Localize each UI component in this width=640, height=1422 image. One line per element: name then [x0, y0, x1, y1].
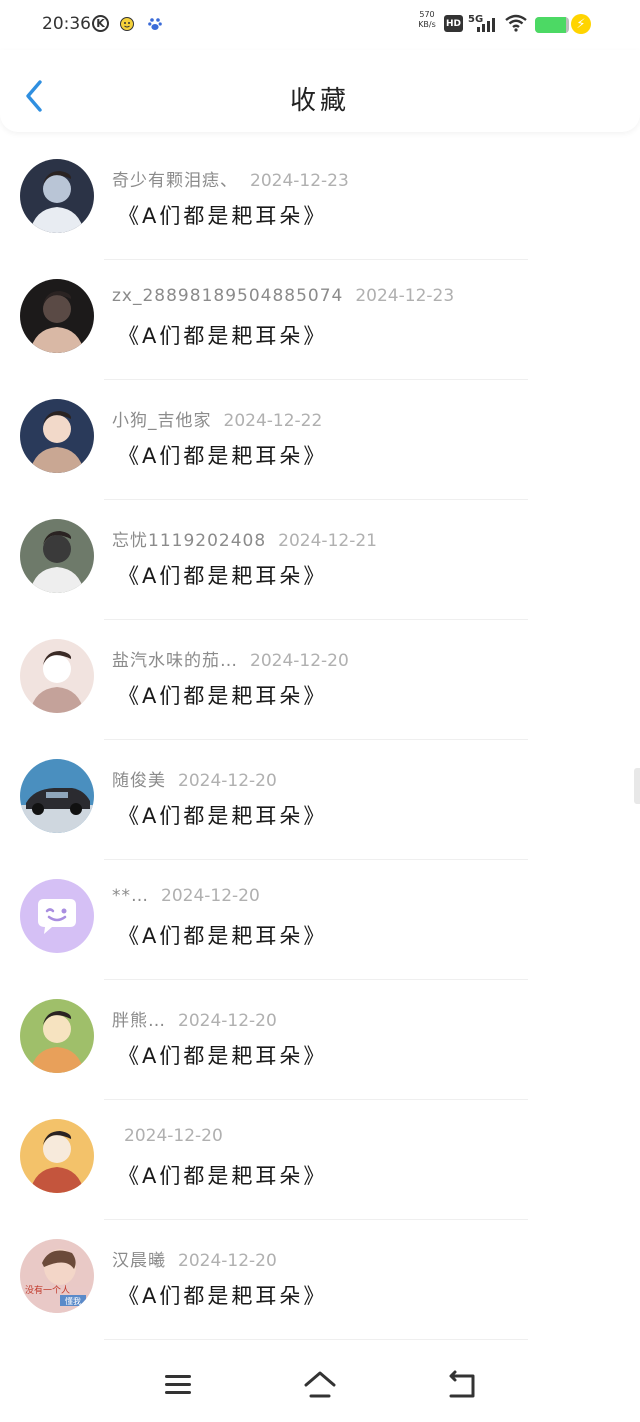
list-item[interactable]: 随俊美 2024-12-20 《A们都是耙耳朵》: [0, 740, 640, 860]
hd-icon: HD: [444, 15, 463, 32]
list-item[interactable]: 没有一个人 懂我 汉晨曦 2024-12-20 《A们都是耙耳朵》: [0, 1220, 640, 1340]
favorite-date: 2024-12-20: [250, 651, 349, 671]
favorite-title[interactable]: 《A们都是耙耳朵》: [118, 1040, 327, 1070]
avatar[interactable]: [20, 999, 94, 1073]
charging-icon: ⚡: [571, 14, 591, 34]
wifi-icon: [505, 14, 527, 32]
notification-app-icon: [118, 15, 136, 33]
favorite-date: 2024-12-22: [223, 411, 323, 431]
signal-5g-icon: 5G: [468, 14, 495, 32]
system-nav-bar: [0, 1350, 640, 1422]
item-meta: 小狗_吉他家 2024-12-22: [112, 406, 322, 431]
list-item[interactable]: zx_28898189504885074 2024-12-23 《A们都是耙耳朵》: [0, 260, 640, 380]
battery-icon: [535, 17, 569, 33]
avatar[interactable]: [20, 159, 94, 233]
avatar[interactable]: [20, 879, 94, 953]
menu-button[interactable]: [161, 1368, 195, 1402]
list-item[interactable]: 盐汽水味的茄… 2024-12-20 《A们都是耙耳朵》: [0, 620, 640, 740]
status-time: 20:36: [42, 14, 91, 34]
username[interactable]: **…: [112, 886, 149, 906]
favorite-title[interactable]: 《A们都是耙耳朵》: [118, 1280, 327, 1310]
username[interactable]: 小狗_吉他家: [112, 411, 212, 431]
return-button[interactable]: [445, 1368, 479, 1402]
favorite-title[interactable]: 《A们都是耙耳朵》: [118, 560, 327, 590]
favorite-date: 2024-12-20: [178, 1251, 277, 1271]
list-item[interactable]: 奇少有颗泪痣、 2024-12-23 《A们都是耙耳朵》: [0, 140, 640, 260]
avatar[interactable]: [20, 519, 94, 593]
favorite-title[interactable]: 《A们都是耙耳朵》: [118, 320, 327, 350]
favorite-date: 2024-12-21: [278, 531, 377, 551]
return-icon: [449, 1370, 475, 1398]
home-icon: [304, 1371, 336, 1398]
favorite-date: 2024-12-20: [178, 771, 277, 791]
favorite-date: 2024-12-20: [161, 886, 260, 906]
network-speed: 570 KB/s: [418, 10, 436, 29]
favorite-date: 2024-12-20: [124, 1126, 223, 1146]
favorite-title[interactable]: 《A们都是耙耳朵》: [118, 680, 327, 710]
svg-text:5G: 5G: [468, 14, 483, 25]
avatar[interactable]: [20, 1119, 94, 1193]
page-title: 收藏: [289, 86, 350, 116]
avatar[interactable]: 没有一个人 懂我: [20, 1239, 94, 1313]
avatar[interactable]: [20, 639, 94, 713]
paw-app-icon: [146, 15, 164, 33]
favorite-title[interactable]: 《A们都是耙耳朵》: [118, 1160, 327, 1190]
favorite-date: 2024-12-23: [355, 286, 455, 306]
list-item[interactable]: 胖熊… 2024-12-20 《A们都是耙耳朵》: [0, 980, 640, 1100]
list-item[interactable]: **… 2024-12-20 《A们都是耙耳朵》: [0, 860, 640, 980]
avatar[interactable]: [20, 759, 94, 833]
username[interactable]: 汉晨曦: [112, 1251, 166, 1271]
favorite-date: 2024-12-20: [178, 1011, 277, 1031]
username[interactable]: zx_28898189504885074: [112, 286, 343, 306]
favorite-date: 2024-12-23: [250, 171, 349, 191]
item-meta: 忘忧1119202408 2024-12-21: [112, 526, 377, 551]
item-meta: 胖熊… 2024-12-20: [112, 1006, 277, 1031]
username[interactable]: 随俊美: [112, 771, 166, 791]
favorite-title[interactable]: 《A们都是耙耳朵》: [118, 200, 327, 230]
item-meta: 汉晨曦 2024-12-20: [112, 1246, 277, 1271]
divider: [104, 1339, 528, 1340]
svg-text:懂我: 懂我: [65, 1296, 81, 1306]
item-meta: 盐汽水味的茄… 2024-12-20: [112, 646, 349, 671]
svg-text:没有一个人: 没有一个人: [25, 1284, 70, 1296]
item-meta: 奇少有颗泪痣、 2024-12-23: [112, 166, 349, 191]
favorite-title[interactable]: 《A们都是耙耳朵》: [118, 440, 327, 470]
avatar[interactable]: [20, 279, 94, 353]
item-meta: **… 2024-12-20: [112, 886, 260, 906]
favorite-title[interactable]: 《A们都是耙耳朵》: [118, 800, 327, 830]
item-meta: 随俊美 2024-12-20: [112, 766, 277, 791]
list-item[interactable]: 2024-12-20 《A们都是耙耳朵》: [0, 1100, 640, 1220]
favorite-title[interactable]: 《A们都是耙耳朵》: [118, 920, 327, 950]
item-meta: 2024-12-20: [112, 1126, 223, 1146]
list-item[interactable]: 小狗_吉他家 2024-12-22 《A们都是耙耳朵》: [0, 380, 640, 500]
favorites-list: 奇少有颗泪痣、 2024-12-23 《A们都是耙耳朵》 zx_2889818950…: [0, 140, 640, 1340]
list-item[interactable]: 忘忧1119202408 2024-12-21 《A们都是耙耳朵》: [0, 500, 640, 620]
item-meta: zx_28898189504885074 2024-12-23: [112, 286, 454, 306]
menu-icon: [165, 1375, 191, 1394]
username[interactable]: 奇少有颗泪痣、: [112, 171, 238, 191]
side-edge-handle[interactable]: [634, 768, 640, 804]
username[interactable]: 盐汽水味的茄…: [112, 651, 238, 671]
username[interactable]: 胖熊…: [112, 1011, 166, 1031]
home-button[interactable]: [303, 1368, 337, 1402]
username[interactable]: 忘忧1119202408: [112, 531, 266, 551]
k-app-icon: K: [92, 15, 109, 32]
status-bar: 20:36 K 570 KB/s HD 5G ⚡: [0, 0, 640, 50]
avatar[interactable]: [20, 399, 94, 473]
title-bar: 收藏: [0, 50, 640, 132]
